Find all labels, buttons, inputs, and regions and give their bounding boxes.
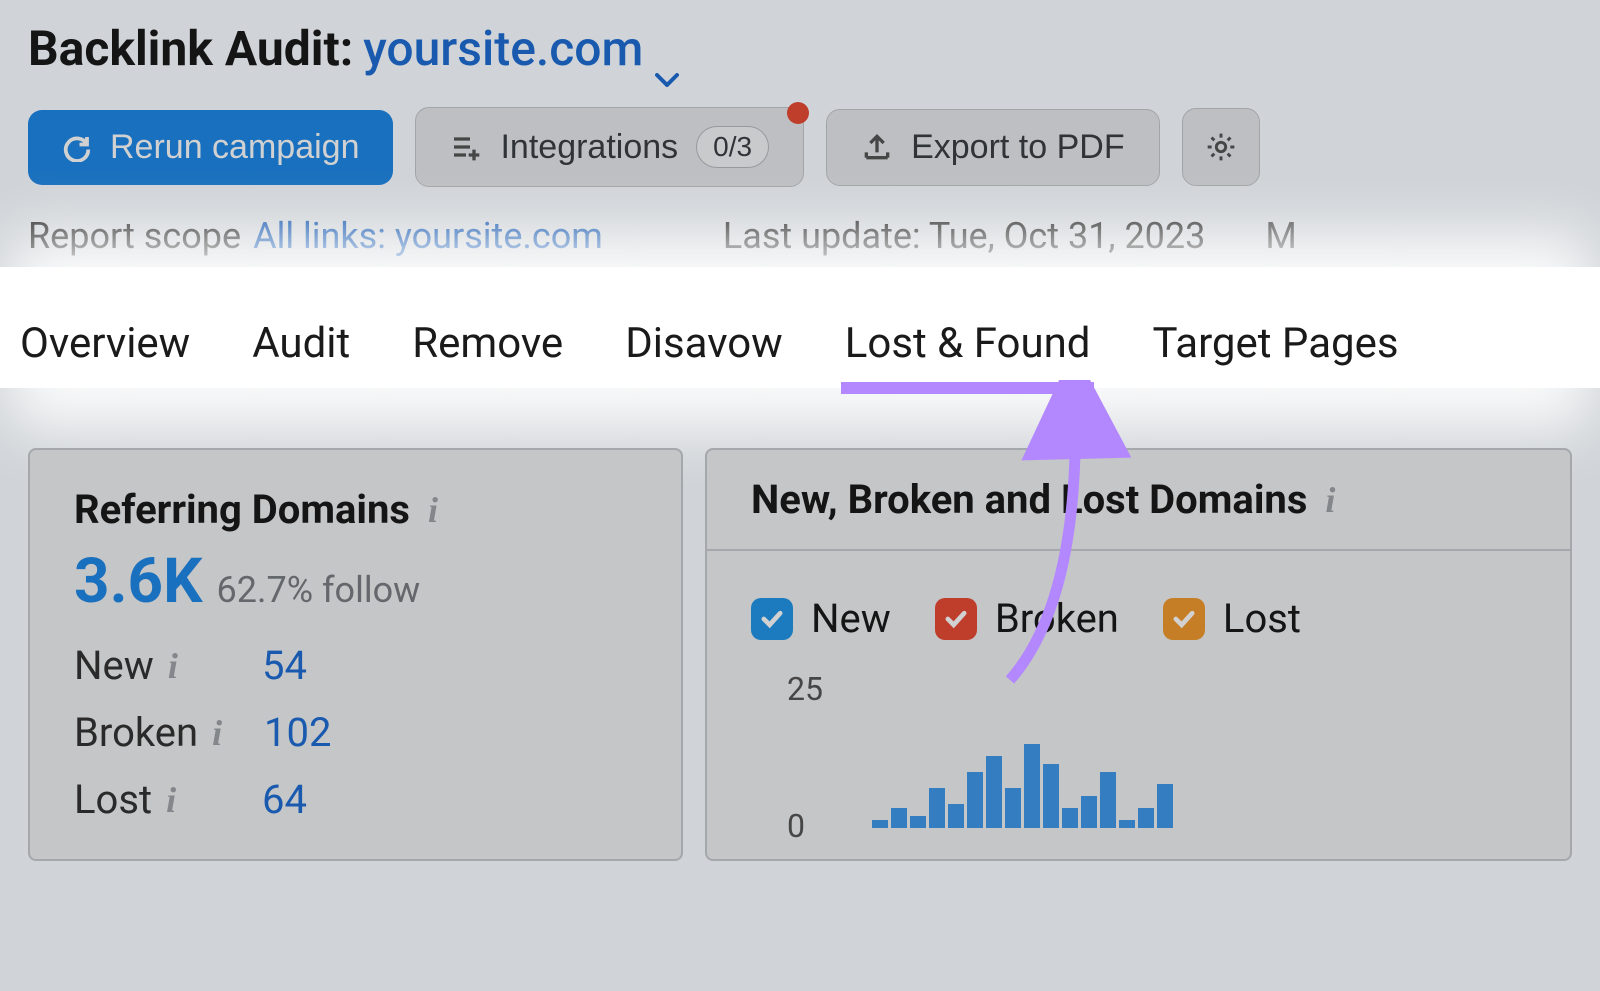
integrations-button[interactable]: Integrations 0/3 [415, 107, 804, 187]
bar [1043, 764, 1059, 828]
y-tick-0: 0 [787, 807, 805, 845]
bar [1138, 808, 1154, 828]
referring-domains-metric: 3.6K 62.7% follow [74, 545, 637, 618]
stat-label-lost: Lost i [74, 776, 224, 823]
legend-lost-label: Lost [1223, 595, 1301, 642]
chart-bars [872, 744, 1173, 828]
referring-domains-value: 3.6K [74, 545, 203, 618]
page-title-label: Backlink Audit: [28, 20, 353, 77]
action-toolbar: Rerun campaign Integrations 0/3 Export t… [28, 107, 1572, 187]
chart-legend: New Broken Lost [707, 551, 1570, 662]
referring-domains-subtext: 62.7% follow [217, 569, 421, 611]
content-area: Referring Domains i 3.6K 62.7% follow Ne… [0, 388, 1600, 861]
bar [986, 756, 1002, 828]
stat-row-broken: Broken i 102 [74, 709, 637, 756]
checkbox-new[interactable] [751, 598, 793, 640]
tab-target-pages[interactable]: Target Pages [1152, 319, 1398, 388]
bar [1081, 796, 1097, 828]
integrations-icon [450, 131, 482, 163]
info-icon[interactable]: i [166, 779, 176, 821]
tab-remove[interactable]: Remove [412, 319, 563, 388]
scope-link[interactable]: All links: yoursite.com [253, 215, 603, 257]
page-header: Backlink Audit: yoursite.com Rerun campa… [0, 0, 1600, 267]
rerun-label: Rerun campaign [110, 128, 359, 167]
bar [1157, 784, 1173, 828]
rerun-campaign-button[interactable]: Rerun campaign [28, 110, 393, 185]
legend-lost[interactable]: Lost [1163, 595, 1301, 642]
scope-label: Report scope [28, 215, 241, 257]
bar [872, 820, 888, 828]
notification-dot-icon [787, 102, 809, 124]
bar [929, 788, 945, 828]
stat-value-new[interactable]: 54 [262, 642, 307, 689]
domains-chart-header: New, Broken and Lost Domains i [707, 450, 1570, 551]
tab-audit[interactable]: Audit [252, 319, 350, 388]
stat-row-lost: Lost i 64 [74, 776, 637, 823]
domains-chart-title: New, Broken and Lost Domains i [751, 476, 1335, 523]
info-icon[interactable]: i [1325, 479, 1335, 521]
integrations-label: Integrations [500, 128, 678, 167]
tab-overview[interactable]: Overview [20, 319, 190, 388]
tab-bar: Overview Audit Remove Disavow Lost & Fou… [0, 319, 1600, 388]
stat-value-lost[interactable]: 64 [262, 776, 307, 823]
stat-label-new-text: New [74, 642, 154, 689]
info-icon[interactable]: i [168, 645, 178, 687]
legend-broken[interactable]: Broken [935, 595, 1119, 642]
stat-label-broken: Broken i [74, 709, 264, 756]
tabs-section: Overview Audit Remove Disavow Lost & Fou… [0, 267, 1600, 388]
referring-domains-title: Referring Domains i [74, 486, 637, 533]
stat-row-new: New i 54 [74, 642, 637, 689]
legend-new-label: New [811, 595, 891, 642]
chart-area: 25 0 [707, 662, 1570, 832]
bar [948, 804, 964, 828]
info-icon[interactable]: i [212, 712, 222, 754]
checkbox-broken[interactable] [935, 598, 977, 640]
bar [1119, 820, 1135, 828]
truncated-text: M [1265, 215, 1296, 257]
refresh-icon [62, 132, 92, 162]
domains-chart-card: New, Broken and Lost Domains i New Broke… [705, 448, 1572, 861]
bar [1005, 788, 1021, 828]
stat-value-broken[interactable]: 102 [264, 709, 331, 756]
last-update: Last update: Tue, Oct 31, 2023 [723, 215, 1206, 257]
export-label: Export to PDF [911, 128, 1125, 167]
domains-chart-title-text: New, Broken and Lost Domains [751, 476, 1307, 523]
last-update-value: Tue, Oct 31, 2023 [929, 215, 1206, 257]
y-tick-25: 25 [787, 670, 823, 708]
stat-label-lost-text: Lost [74, 776, 152, 823]
bar [967, 772, 983, 828]
export-pdf-button[interactable]: Export to PDF [826, 109, 1160, 186]
last-update-label: Last update: [723, 215, 921, 257]
referring-domains-card: Referring Domains i 3.6K 62.7% follow Ne… [28, 448, 683, 861]
legend-broken-label: Broken [995, 595, 1119, 642]
chevron-down-icon [655, 42, 679, 56]
domain-selector[interactable]: yoursite.com [363, 20, 679, 77]
checkbox-lost[interactable] [1163, 598, 1205, 640]
integrations-count-pill: 0/3 [696, 126, 769, 168]
legend-new[interactable]: New [751, 595, 891, 642]
settings-button[interactable] [1182, 108, 1260, 186]
gear-icon [1205, 131, 1237, 163]
bar [910, 816, 926, 828]
stat-label-broken-text: Broken [74, 709, 198, 756]
info-icon[interactable]: i [428, 489, 438, 531]
scope-info-row: Report scope All links: yoursite.com Las… [28, 215, 1572, 257]
tab-lost-found-label: Lost & Found [845, 319, 1091, 368]
stat-label-new: New i [74, 642, 224, 689]
bar [1024, 744, 1040, 828]
tab-lost-found[interactable]: Lost & Found [845, 319, 1091, 388]
tab-disavow[interactable]: Disavow [625, 319, 783, 388]
bar [891, 808, 907, 828]
domain-text: yoursite.com [363, 20, 643, 77]
bar [1062, 808, 1078, 828]
upload-icon [861, 131, 893, 163]
referring-domains-title-text: Referring Domains [74, 486, 410, 533]
title-row: Backlink Audit: yoursite.com [28, 20, 1572, 77]
bar [1100, 772, 1116, 828]
